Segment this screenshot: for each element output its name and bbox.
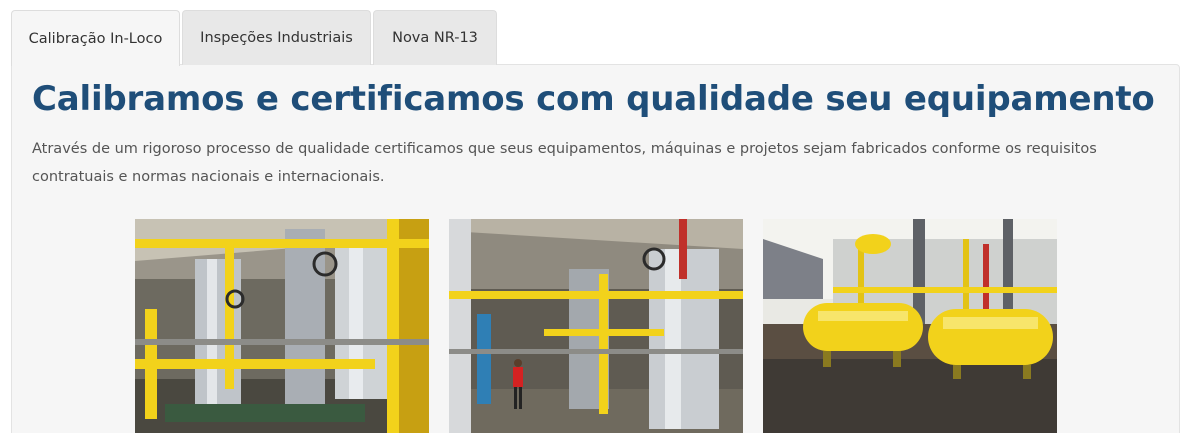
tab-inspecoes-industriais[interactable]: Inspeções Industriais	[182, 10, 371, 65]
tab-calibracao-in-loco[interactable]: Calibração In-Loco	[11, 10, 180, 66]
industrial-piping-photo-1	[135, 219, 429, 433]
description-text: Através de um rigoroso processo de quali…	[32, 141, 1097, 185]
page-title: Calibramos e certificamos com qualidade …	[32, 79, 1155, 119]
pressure-vessels-photo-3	[763, 219, 1057, 433]
industrial-plant-photo-2	[449, 219, 743, 433]
tab-nova-nr-13[interactable]: Nova NR-13	[373, 10, 497, 65]
tab-label: Nova NR-13	[392, 30, 478, 46]
tab-label: Calibração In-Loco	[28, 30, 163, 47]
tab-bar: Calibração In-Loco Inspeções Industriais…	[11, 10, 499, 66]
page: Calibração In-Loco Inspeções Industriais…	[0, 0, 1196, 433]
tab-label: Inspeções Industriais	[200, 30, 353, 46]
tab-panel: Calibramos e certificamos com qualidade …	[11, 64, 1180, 433]
